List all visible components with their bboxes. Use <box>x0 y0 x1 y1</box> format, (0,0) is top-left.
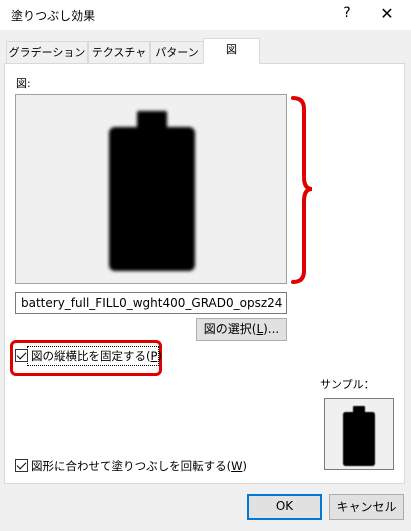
battery-full-icon <box>343 406 375 466</box>
picture-filename-field: battery_full_FILL0_wght400_GRAD0_opsz24 <box>15 292 287 314</box>
tab-texture[interactable]: テクスチャ <box>88 41 150 63</box>
rotate-with-shape-label[interactable]: 図形に合わせて塗りつぶしを回転する(W) <box>31 458 247 474</box>
cancel-button[interactable]: キャンセル <box>329 494 404 520</box>
red-bracket-annotation <box>291 96 313 284</box>
select-picture-button[interactable]: 図の選択(L)... <box>196 318 287 341</box>
picture-section-label: 図: <box>16 77 31 90</box>
help-button[interactable]: ? <box>339 5 355 23</box>
lock-aspect-label[interactable]: 図の縦横比を固定する(P) <box>31 348 162 364</box>
window-title: 塗りつぶし効果 <box>11 9 96 23</box>
rotate-with-shape-checkbox[interactable] <box>15 459 28 472</box>
lock-aspect-checkbox[interactable] <box>15 349 28 362</box>
tab-pattern[interactable]: パターン <box>150 41 204 63</box>
ok-button[interactable]: OK <box>247 494 322 520</box>
battery-full-icon <box>109 111 195 271</box>
close-button[interactable]: ✕ <box>376 4 398 24</box>
sample-label: サンプル： <box>320 378 375 391</box>
tab-gradient[interactable]: グラデーション <box>6 41 88 63</box>
tab-picture[interactable]: 図 <box>203 38 260 64</box>
